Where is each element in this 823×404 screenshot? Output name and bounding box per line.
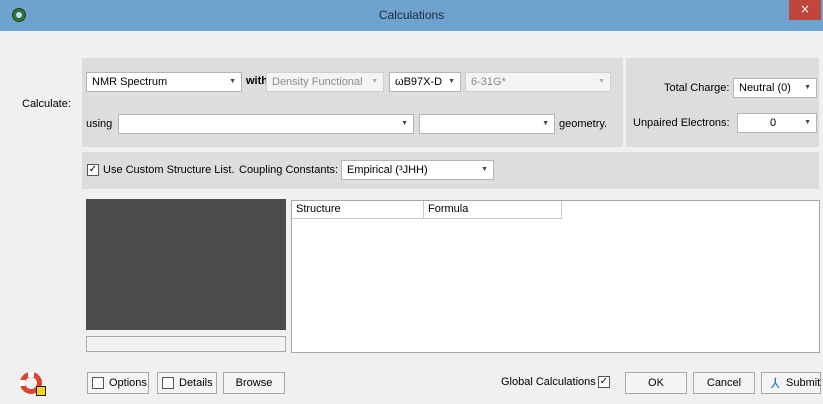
details-label: Details — [179, 377, 213, 389]
using-label: using — [86, 118, 113, 130]
global-calculations-label: Global Calculations — [501, 376, 596, 388]
cancel-button[interactable]: Cancel — [693, 372, 755, 394]
chevron-down-icon: ▼ — [229, 78, 236, 85]
window-title: Calculations — [378, 8, 445, 22]
column-header-formula[interactable]: Formula — [424, 201, 562, 219]
structure-preview — [86, 199, 286, 330]
options-checkbox[interactable] — [92, 377, 104, 389]
using-select[interactable]: ▼ — [118, 114, 414, 134]
charge-panel: Total Charge: Neutral (0) ▼ Unpaired Ele… — [626, 58, 819, 147]
theory-value: Density Functional — [272, 76, 363, 88]
total-charge-value: Neutral (0) — [739, 82, 791, 94]
calculation-type-select[interactable]: NMR Spectrum ▼ — [86, 72, 242, 92]
options-label: Options — [109, 377, 147, 389]
chevron-down-icon: ▼ — [804, 84, 811, 91]
geometry-label: geometry. — [559, 118, 608, 130]
unpaired-electrons-select[interactable]: 0 ▼ — [737, 113, 817, 133]
unpaired-electrons-label: Unpaired Electrons: — [633, 117, 730, 129]
help-flag-icon — [36, 386, 46, 396]
close-icon[interactable]: × — [789, 0, 821, 20]
submit-label: Submit — [786, 377, 821, 389]
browse-button[interactable]: Browse — [223, 372, 285, 394]
theory-select[interactable]: Density Functional ▼ — [266, 72, 384, 92]
ok-button[interactable]: OK — [625, 372, 687, 394]
structure-options-panel: ✓ Use Custom Structure List. Coupling Co… — [82, 152, 819, 189]
submit-icon: ⅄ — [771, 375, 780, 391]
functional-select[interactable]: ωB97X-D ▼ — [389, 72, 461, 92]
chevron-down-icon: ▼ — [448, 78, 455, 85]
chevron-down-icon: ▼ — [804, 119, 811, 126]
basis-set-select[interactable]: 6-31G* ▼ — [465, 72, 611, 92]
submit-button[interactable]: ⅄ Submit — [761, 372, 821, 394]
calculation-type-value: NMR Spectrum — [92, 76, 168, 88]
geometry-source-select[interactable]: ▼ — [419, 114, 555, 134]
calculate-label: Calculate: — [22, 98, 71, 110]
chevron-down-icon: ▼ — [542, 120, 549, 127]
total-charge-label: Total Charge: — [664, 82, 730, 94]
title-bar: Calculations × — [0, 0, 823, 31]
coupling-constants-label: Coupling Constants: — [239, 164, 339, 176]
coupling-constants-value: Empirical (³JHH) — [347, 164, 428, 176]
details-button[interactable]: Details — [157, 372, 217, 394]
functional-value: ωB97X-D — [395, 76, 443, 88]
dialog-body: Calculate: NMR Spectrum ▼ with Density F… — [4, 31, 820, 404]
structure-table[interactable]: Structure Formula — [291, 200, 820, 353]
unpaired-electrons-value: 0 — [770, 117, 777, 129]
chevron-down-icon: ▼ — [401, 120, 408, 127]
chevron-down-icon: ▼ — [371, 78, 378, 85]
coupling-constants-select[interactable]: Empirical (³JHH) ▼ — [341, 160, 494, 180]
column-header-structure[interactable]: Structure — [292, 201, 424, 219]
custom-structure-list-checkbox[interactable]: ✓ — [87, 164, 99, 176]
custom-structure-list-label: Use Custom Structure List. — [103, 164, 235, 176]
with-label: with — [246, 75, 268, 87]
chevron-down-icon: ▼ — [481, 166, 488, 173]
chevron-down-icon: ▼ — [598, 78, 605, 85]
details-checkbox[interactable] — [162, 377, 174, 389]
method-panel: NMR Spectrum ▼ with Density Functional ▼… — [82, 58, 623, 147]
options-button[interactable]: Options — [87, 372, 149, 394]
global-calculations-checkbox[interactable]: ✓ — [598, 376, 610, 388]
total-charge-select[interactable]: Neutral (0) ▼ — [733, 78, 817, 98]
basis-set-value: 6-31G* — [471, 76, 506, 88]
preview-name-field[interactable] — [86, 336, 286, 352]
